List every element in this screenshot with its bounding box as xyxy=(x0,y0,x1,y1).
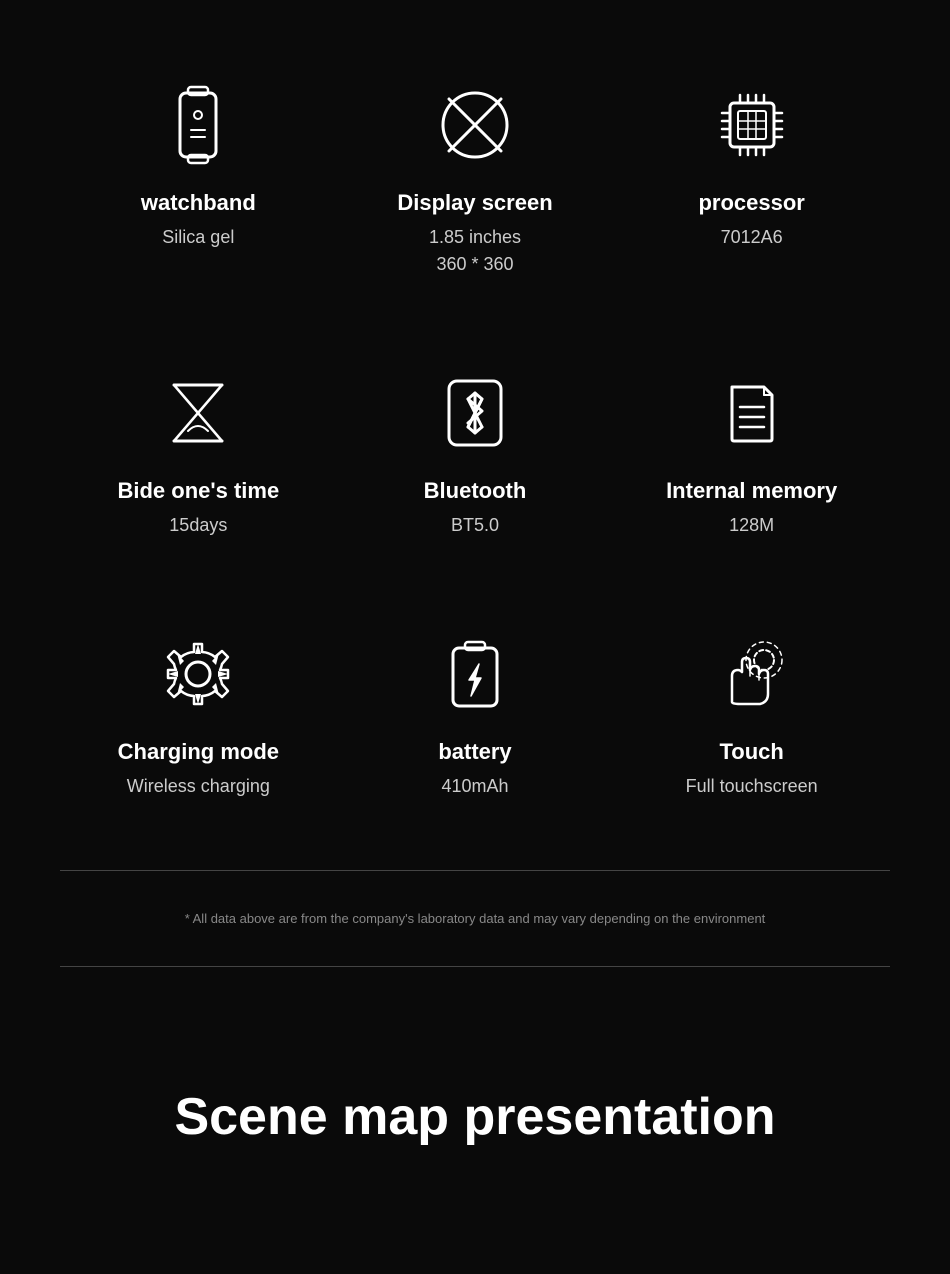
spec-cell-memory: Internal memory 128M xyxy=(613,328,890,589)
spec-cell-bluetooth: Bluetooth BT5.0 xyxy=(337,328,614,589)
processor-title: processor xyxy=(698,190,804,216)
spec-cell-battery-life: Bide one's time 15days xyxy=(60,328,337,589)
spec-cell-battery: battery 410mAh xyxy=(337,589,614,850)
memory-icon xyxy=(707,368,797,458)
charging-value: Wireless charging xyxy=(127,773,270,800)
spec-cell-touch: Touch Full touchscreen xyxy=(613,589,890,850)
disclaimer-text: * All data above are from the company's … xyxy=(60,891,890,946)
battery-life-value: 15days xyxy=(169,512,227,539)
main-container: watchband Silica gel Display screen 1.85… xyxy=(0,0,950,1227)
hourglass-icon xyxy=(153,368,243,458)
bluetooth-value: BT5.0 xyxy=(451,512,499,539)
memory-title: Internal memory xyxy=(666,478,837,504)
spec-cell-watchband: watchband Silica gel xyxy=(60,40,337,328)
bluetooth-icon xyxy=(430,368,520,458)
display-icon xyxy=(430,80,520,170)
spec-cell-charging: Charging mode Wireless charging xyxy=(60,589,337,850)
processor-icon xyxy=(707,80,797,170)
bluetooth-title: Bluetooth xyxy=(424,478,527,504)
watchband-value: Silica gel xyxy=(162,224,234,251)
display-value: 1.85 inches360 * 360 xyxy=(429,224,521,278)
touch-icon xyxy=(707,629,797,719)
touch-value: Full touchscreen xyxy=(686,773,818,800)
watchband-title: watchband xyxy=(141,190,256,216)
touch-title: Touch xyxy=(719,739,783,765)
battery-life-title: Bide one's time xyxy=(117,478,279,504)
scene-title: Scene map presentation xyxy=(60,1087,890,1147)
top-divider xyxy=(60,870,890,871)
spec-cell-display: Display screen 1.85 inches360 * 360 xyxy=(337,40,614,328)
watchband-icon xyxy=(153,80,243,170)
spec-cell-processor: processor 7012A6 xyxy=(613,40,890,328)
specs-grid: watchband Silica gel Display screen 1.85… xyxy=(60,40,890,850)
bottom-divider xyxy=(60,966,890,967)
scene-section: Scene map presentation xyxy=(60,1027,890,1187)
gear-icon xyxy=(153,629,243,719)
charging-title: Charging mode xyxy=(118,739,279,765)
processor-value: 7012A6 xyxy=(721,224,783,251)
battery-title: battery xyxy=(438,739,511,765)
display-title: Display screen xyxy=(397,190,552,216)
battery-value: 410mAh xyxy=(441,773,508,800)
battery-icon xyxy=(430,629,520,719)
memory-value: 128M xyxy=(729,512,774,539)
